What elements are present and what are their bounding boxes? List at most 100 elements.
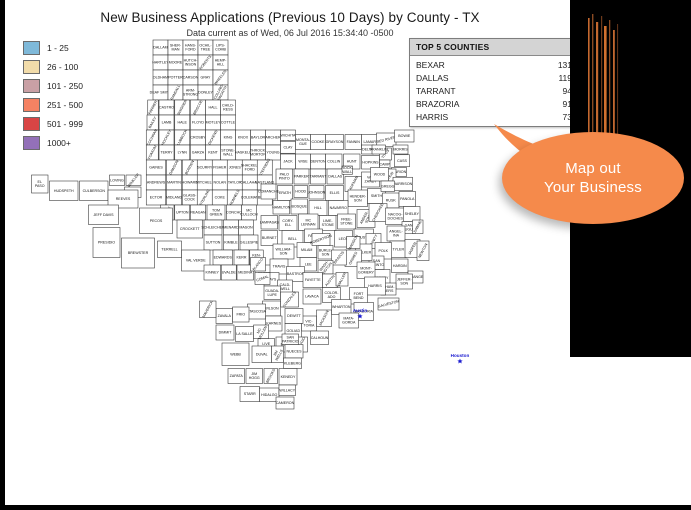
county-label: SHELBY (405, 212, 420, 216)
county-label: DEWITT (287, 314, 302, 318)
county-label: ATASCOSA (247, 309, 267, 313)
county-label: WICHITA (281, 133, 297, 137)
page-edge-bottom (0, 505, 691, 510)
county-label: STARR (244, 392, 256, 396)
county-label: FLOYD (192, 120, 204, 124)
county-label: ECTOR (150, 195, 163, 199)
county-label: LA SALLE (236, 332, 253, 336)
county-label: TERRY (160, 150, 173, 154)
county-label: RUSK (386, 198, 397, 202)
top-5-rows: BEXAR 131 DALLAS 119 TARRANT 94 BRAZORIA 91 HARR… (410, 56, 580, 126)
county-label: GOLIAD (286, 329, 300, 333)
county-label: KENT (208, 150, 218, 154)
county-label: PRESIDIO (98, 240, 115, 244)
county-label: LOVING (110, 178, 124, 182)
county-label: SCHLEICHER (201, 225, 225, 229)
callout-bubble[interactable]: Map out Your Business (488, 122, 691, 227)
county-label: TERRELL (161, 247, 177, 251)
county-label: GARZA (192, 150, 205, 154)
county-label: HALL (209, 105, 218, 109)
county-label: JACK (283, 159, 293, 163)
county-label: WOOD (374, 172, 386, 176)
county-label: YOUNG (266, 150, 279, 154)
screenshot-stage: New Business Applications (Previous 10 D… (0, 0, 691, 510)
county-label: GAINES (149, 165, 163, 169)
city-label: Austin (353, 308, 367, 313)
county-label: MOORE (169, 60, 183, 64)
county-label: ERATH (279, 191, 291, 195)
county-label: FORT BEND (354, 292, 365, 300)
county-label: PALO PINTO (279, 172, 290, 180)
county-label: MATA-GORDA (342, 316, 356, 324)
county-label: LAMAR (364, 140, 377, 144)
county-name: HARRIS (416, 111, 449, 122)
county-label: NOLAN (214, 180, 227, 184)
county-label: JEFF DAVIS (93, 213, 114, 217)
county-label: KENEDY (281, 375, 296, 379)
county-label: WEBB (230, 352, 241, 356)
county-label: CAMP (380, 162, 391, 166)
county-label: GRAYSON (326, 140, 344, 144)
county-label: FAYETTE (305, 278, 321, 282)
county-label: LYNN (178, 150, 188, 154)
county-label: HOPKINS (362, 160, 379, 164)
county-label: HARRIS (368, 284, 382, 288)
county-label: HALE (178, 120, 188, 124)
county-label: GREGG (381, 184, 395, 188)
county-label: HARRISON (393, 182, 412, 186)
county-label: HUNT (347, 159, 358, 163)
county-label: EDWARDS (214, 255, 233, 259)
county-label: JOHNSON (308, 190, 326, 194)
county-label: CROCKETT (180, 227, 201, 231)
county-label: KERR (237, 255, 247, 259)
county-label: LEE (305, 262, 312, 266)
county-label: CROSBY (190, 135, 206, 139)
county-label: HARDIN (393, 264, 407, 268)
county-label: KING (224, 135, 233, 139)
county-label: UPTON (176, 210, 189, 214)
county-label: DALLAS (328, 174, 342, 178)
county-label: HILL (314, 206, 322, 210)
county-label: BAYLOR (251, 135, 266, 139)
county-label: CHILD-RESS (222, 103, 235, 111)
county-label: THROCK-MORTON (250, 148, 267, 156)
county-label: ANDREWS (147, 180, 166, 184)
county-label: PECOS (150, 219, 163, 223)
county-label: FRIO (236, 312, 245, 316)
county-label: CASTRO (159, 105, 174, 109)
county-label: BOWIE (398, 134, 411, 138)
county-label: CULBERSON (83, 189, 106, 193)
county-label: COMANCHE (258, 189, 280, 193)
county-label: LAMPASAS (260, 220, 280, 224)
county-label: SCURRY (197, 165, 213, 169)
county-label: KIMBLE (224, 240, 238, 244)
county-label: HUTCH-INSON (184, 58, 199, 66)
county-label: MITCHELL (196, 180, 214, 184)
callout-line-1: Map out (565, 160, 621, 177)
county-label: ROCK-WALL (341, 166, 353, 174)
county-label: COOKE (312, 140, 326, 144)
table-row: BRAZORIA 91 (410, 97, 580, 110)
county-label: GILLESPIE (240, 240, 259, 244)
county-label: COLEMAN (241, 195, 259, 199)
county-label: HUDSPETH (54, 189, 74, 193)
county-label: WHARTON (332, 305, 351, 309)
county-label: REEVES (116, 197, 131, 201)
county-label: CAMERON (276, 401, 295, 405)
county-label: MIDLAND (166, 195, 183, 199)
county-label: ELLIS (330, 191, 340, 195)
callout-text: Map out Your Business (502, 132, 684, 224)
county-label: ARCHER (265, 135, 281, 139)
county-label: FISHER (213, 165, 227, 169)
county-label: MORRIS (393, 147, 408, 151)
county-label: MASON (239, 225, 253, 229)
county-label: CASS (397, 159, 407, 163)
county-label: TRAVIS (273, 264, 286, 268)
county-label: VAL VERDE (186, 258, 206, 262)
county-label: SMITH (371, 194, 383, 198)
county-label: BURNET (262, 236, 278, 240)
county-label: JONES (229, 165, 242, 169)
county-label: GRAY (201, 75, 212, 79)
county-label: NACOG-DOCHES (388, 212, 404, 220)
county-label: MARTIN (167, 180, 181, 184)
